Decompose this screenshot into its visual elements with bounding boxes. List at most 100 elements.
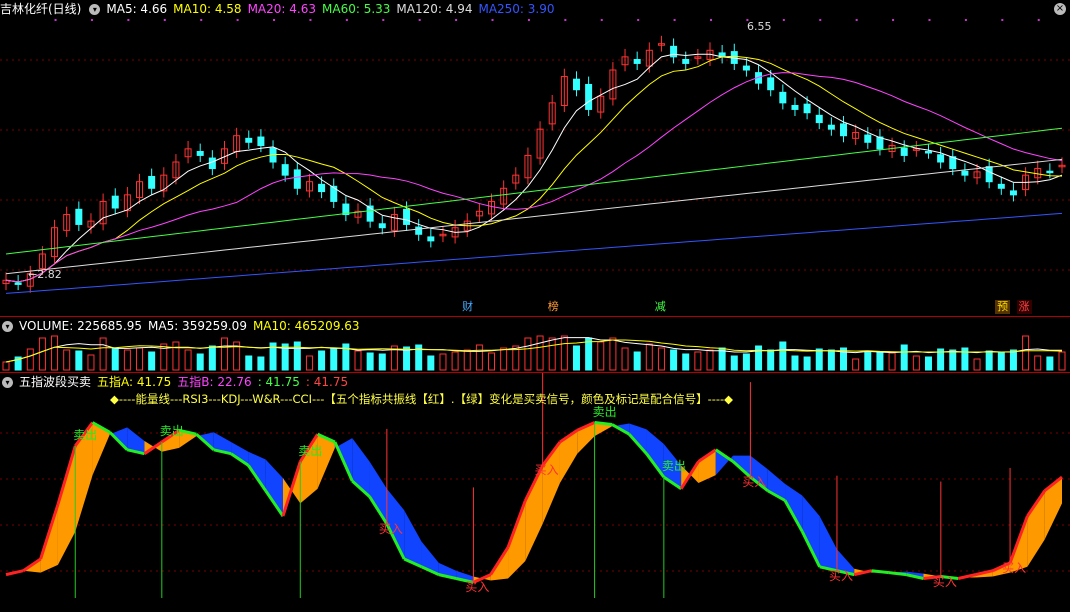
- sell-signal-0: 卖出: [73, 427, 98, 442]
- signal-dot-28: [345, 19, 348, 21]
- candle-body: [293, 169, 301, 189]
- volume-bar-18: [220, 337, 228, 371]
- wave-indicator-0: 五指A: 41.75: [97, 375, 172, 389]
- volume-bar-47: [572, 345, 580, 371]
- candle-body: [257, 136, 265, 147]
- candle-77: [937, 146, 945, 169]
- signal-dot-34: [418, 19, 421, 21]
- volume-bar-8: [99, 337, 107, 371]
- candle-50: [609, 62, 617, 106]
- signal-dot-79: [964, 19, 967, 21]
- candle-15: [184, 140, 192, 164]
- price-panel[interactable]: 吉林化纤(日线) ▾ MA5: 4.66 MA10: 4.58 MA20: 4.63 MA…: [0, 0, 1070, 316]
- collapse-arrow-icon[interactable]: ▾: [2, 377, 13, 388]
- collapse-arrow-icon[interactable]: ▾: [2, 321, 13, 332]
- candle-body: [572, 78, 580, 91]
- signal-dot-7: [90, 19, 93, 21]
- volume-bar-49: [597, 341, 605, 371]
- event-tag-3[interactable]: 预: [995, 300, 1011, 314]
- candle-85: [1034, 160, 1042, 185]
- ma-indicator-1: MA10: 4.58: [173, 2, 242, 16]
- ma-indicator-5: MA250: 3.90: [478, 2, 555, 16]
- volume-bar-27: [330, 348, 338, 371]
- volume-bar-3: [38, 337, 46, 371]
- wave-indicator-1: 五指B: 22.76: [177, 375, 252, 389]
- volume-bar-24: [293, 341, 301, 371]
- volume-panel[interactable]: ▾ VOLUME: 225685.95 MA5: 359259.09 MA10: 46…: [0, 317, 1070, 372]
- candle-body: [281, 164, 289, 176]
- candle-54: [657, 35, 665, 52]
- volume-bar-31: [378, 353, 386, 371]
- volume-panel-header: ▾ VOLUME: 225685.95 MA5: 359259.09 MA10: 46…: [0, 317, 372, 335]
- candle-5: [63, 206, 71, 237]
- wave-line-51: [888, 571, 907, 577]
- signal-dot-31: [382, 19, 385, 21]
- wave-line-0: [5, 569, 24, 577]
- price-chart[interactable]: [0, 0, 1070, 316]
- volume-bar-58: [706, 349, 714, 371]
- signal-dot-76: [928, 19, 931, 21]
- volume-bar-80: [973, 358, 981, 371]
- wave-panel[interactable]: ▾ 五指波段买卖 五指A: 41.75 五指B: 22.76: 41.75: 41.7…: [0, 373, 1070, 612]
- high-price-label: 6.55: [747, 20, 772, 33]
- candle-53: [645, 42, 653, 73]
- candle-24: [293, 162, 301, 195]
- event-tag-0[interactable]: 财: [460, 300, 476, 314]
- buy-signal-4: 买入: [828, 568, 853, 583]
- candle-body: [997, 183, 1005, 189]
- collapse-arrow-icon[interactable]: ▾: [89, 4, 101, 15]
- ma120-line: [5, 158, 1063, 275]
- wave-fill-21: [369, 461, 387, 524]
- signal-dot-4: [54, 19, 57, 21]
- volume-bar-76: [924, 356, 932, 371]
- candle-64: [779, 84, 787, 110]
- candle-65: [791, 97, 799, 116]
- wave-fill-41: [715, 449, 734, 476]
- ma10-line: [5, 55, 1063, 283]
- volume-bar-82: [997, 351, 1005, 371]
- wave-chart[interactable]: [0, 373, 1070, 612]
- volume-bar-21: [257, 356, 265, 371]
- candle-59: [718, 45, 726, 64]
- volume-bar-85: [1034, 355, 1042, 371]
- candle-12: [148, 168, 156, 195]
- event-tag-1[interactable]: 榜: [545, 300, 561, 314]
- candle-39: [475, 203, 483, 223]
- candle-body: [585, 83, 593, 110]
- event-tag-4[interactable]: 涨: [1016, 300, 1032, 314]
- volume-bar-53: [645, 343, 653, 371]
- volume-bar-2: [26, 348, 34, 371]
- volume-bar-20: [245, 355, 253, 371]
- volume-bar-50: [609, 337, 617, 371]
- signal-dot-55: [673, 19, 676, 21]
- buy-signal-3: 买入: [742, 475, 767, 490]
- volume-bar-67: [815, 348, 823, 371]
- candle-83: [1009, 183, 1017, 202]
- wave-fill-46: [802, 495, 820, 567]
- signal-dot-52: [637, 19, 640, 21]
- ma-indicator-2: MA20: 4.63: [247, 2, 316, 16]
- wave-line-55: [957, 573, 976, 580]
- candle-68: [827, 117, 835, 136]
- volume-bar-30: [366, 352, 374, 371]
- candle-body: [378, 223, 386, 229]
- volume-bar-55: [670, 349, 678, 371]
- volume-indicators: VOLUME: 225685.95 MA5: 359259.09 MA10: 465…: [19, 319, 366, 333]
- candle-body: [75, 208, 83, 225]
- volume-bar-72: [876, 351, 884, 371]
- candle-body: [403, 208, 411, 225]
- volume-bar-6: [75, 350, 83, 371]
- candle-30: [366, 198, 374, 228]
- volume-bar-44: [536, 335, 544, 371]
- volume-bar-40: [488, 352, 496, 371]
- wave-fill-60: [1044, 477, 1062, 540]
- candle-47: [572, 71, 580, 97]
- signal-dot-73: [892, 19, 895, 21]
- volume-bar-70: [852, 358, 860, 371]
- candle-body: [1009, 190, 1017, 196]
- event-tag-2[interactable]: 减: [652, 300, 668, 314]
- volume-bar-16: [196, 353, 204, 371]
- vol-indicator-2: MA10: 465209.63: [252, 319, 360, 333]
- candle-16: [196, 143, 204, 162]
- volume-bar-10: [123, 349, 131, 371]
